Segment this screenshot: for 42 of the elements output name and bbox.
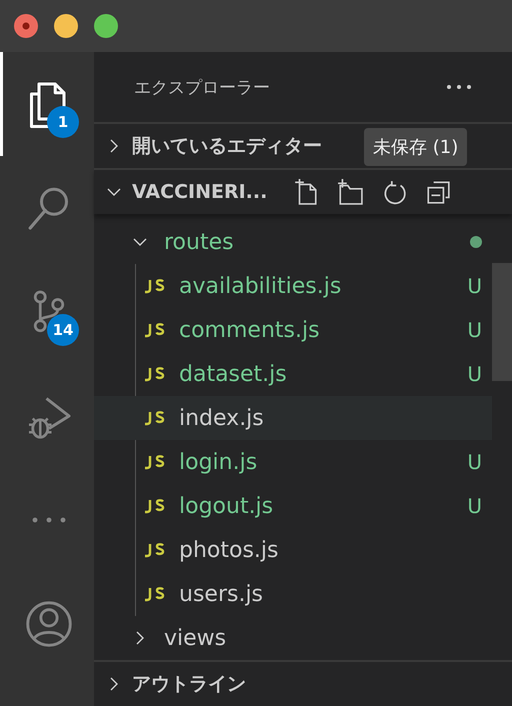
modified-dot-icon: [470, 236, 482, 248]
javascript-file-icon: [143, 322, 165, 338]
file-item[interactable]: dataset.js U: [94, 352, 492, 396]
javascript-file-icon: [143, 278, 165, 294]
count-badge: 14: [47, 314, 79, 346]
file-item[interactable]: users.js: [94, 572, 492, 616]
git-status: U: [467, 274, 482, 298]
tooltip: 未保存 (1): [364, 128, 468, 166]
activity-bar-item[interactable]: 14: [0, 260, 94, 364]
more-actions-icon[interactable]: [446, 84, 472, 90]
new-folder-icon[interactable]: [337, 179, 364, 205]
git-status: U: [467, 362, 482, 386]
git-status: U: [467, 318, 482, 342]
javascript-file-icon: [143, 410, 165, 426]
collapse-all-icon[interactable]: [425, 179, 452, 205]
maximize-window-icon[interactable]: [94, 14, 118, 38]
account-icon: [24, 599, 74, 649]
minimize-window-icon[interactable]: [54, 14, 78, 38]
file-item[interactable]: index.js: [94, 396, 492, 440]
file-item[interactable]: logout.js U: [94, 484, 492, 528]
folder-item[interactable]: views: [94, 616, 492, 660]
file-item[interactable]: photos.js: [94, 528, 492, 572]
file-item[interactable]: comments.js U: [94, 308, 492, 352]
javascript-file-icon: [143, 366, 165, 382]
scrollbar[interactable]: [492, 263, 512, 381]
section-header[interactable]: アウトライン: [94, 660, 512, 706]
git-status: U: [467, 450, 482, 474]
git-status: U: [467, 494, 482, 518]
count-badge: 1: [47, 106, 79, 138]
folder-item[interactable]: routes: [94, 220, 492, 264]
new-file-icon[interactable]: [293, 179, 320, 205]
panel-title: エクスプローラー: [134, 76, 270, 98]
javascript-file-icon: [143, 498, 165, 514]
more-icon: [30, 516, 66, 524]
close-window-icon[interactable]: [14, 14, 38, 38]
file-item[interactable]: availabilities.js U: [94, 264, 492, 308]
javascript-file-icon: [143, 454, 165, 470]
javascript-file-icon: [143, 586, 165, 602]
activity-bar-item[interactable]: 1: [0, 52, 94, 156]
javascript-file-icon: [143, 542, 165, 558]
file-item[interactable]: login.js U: [94, 440, 492, 484]
section-header[interactable]: VACCINERI...: [94, 168, 512, 214]
